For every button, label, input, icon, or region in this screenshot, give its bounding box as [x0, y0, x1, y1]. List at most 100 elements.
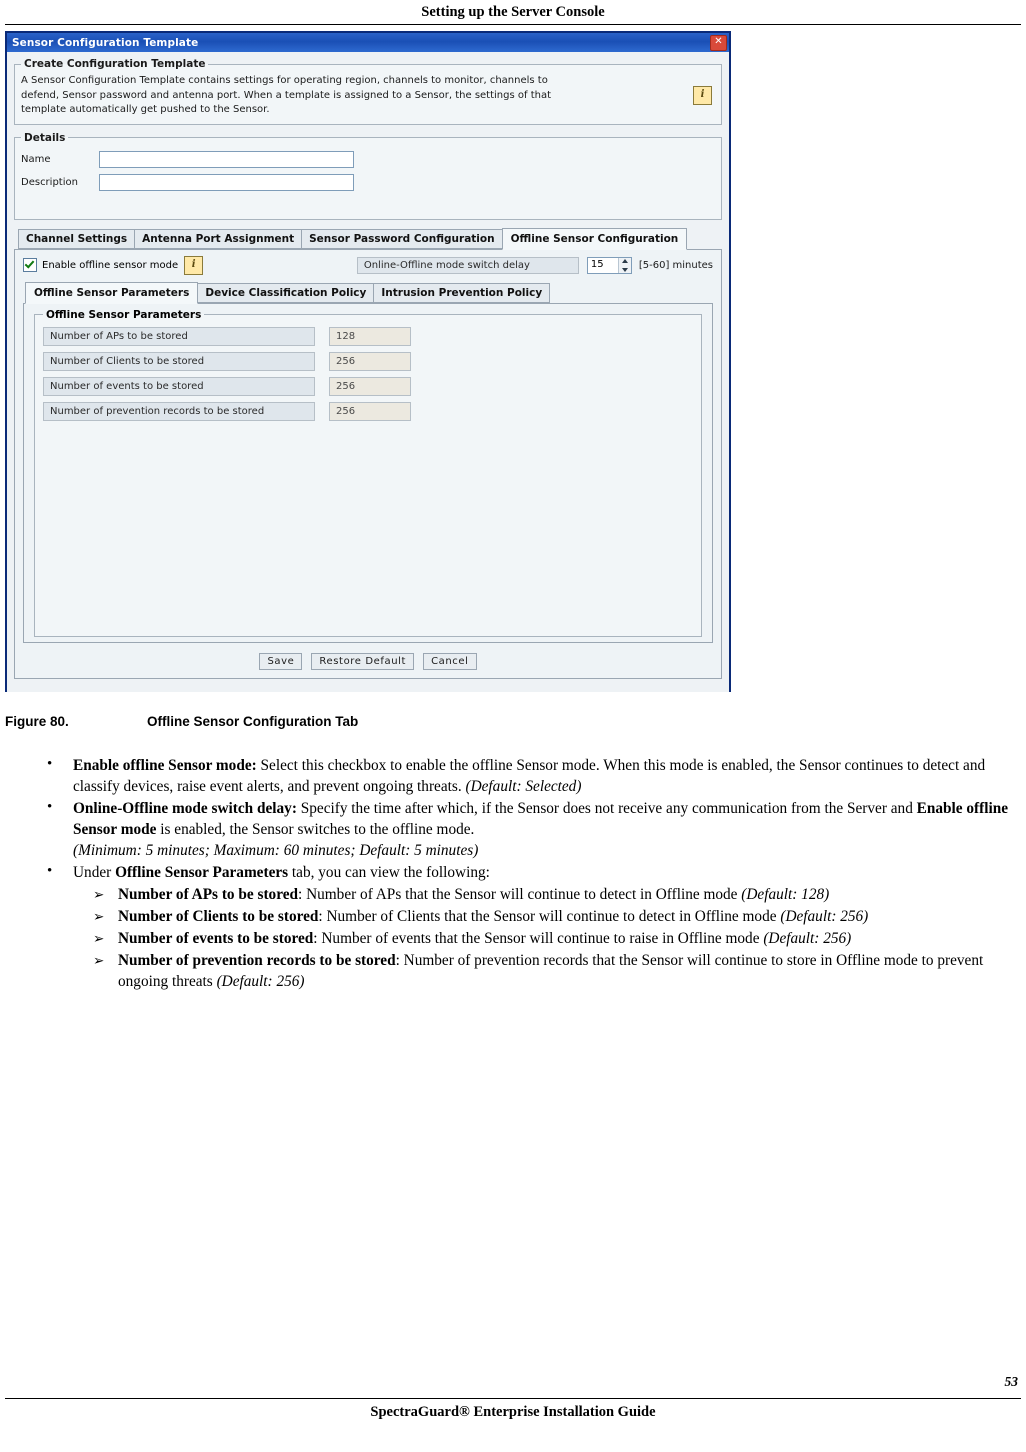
close-icon[interactable]: ✕	[710, 34, 727, 51]
enable-offline-row: Enable offline sensor mode i Online-Offl…	[23, 255, 713, 275]
bullet-glyph: •	[47, 799, 53, 815]
enable-offline-sensor-mode-checkbox[interactable]	[23, 258, 37, 272]
offline-sensor-configuration-panel: Enable offline sensor mode i Online-Offl…	[14, 248, 722, 679]
details-group: Details Name Description	[14, 131, 722, 220]
chevron-up-icon[interactable]	[621, 258, 628, 263]
param-row-prevention-records: Number of prevention records to be store…	[43, 401, 693, 421]
inner-tab-bar: Offline Sensor Parameters Device Classif…	[25, 281, 713, 304]
dialog-button-row: Save Restore Default Cancel	[23, 652, 713, 670]
param-label-clients: Number of Clients to be stored	[43, 351, 315, 371]
sub-term-prevention-records: Number of prevention records to be store…	[118, 952, 396, 969]
under-prefix: Under	[73, 864, 116, 881]
sub-item-aps: ➢ Number of APs to be stored: Number of …	[73, 884, 1021, 905]
arrow-bullet-icon: ➢	[93, 931, 105, 946]
description-label: Description	[21, 176, 78, 188]
sub-term-clients: Number of Clients to be stored	[118, 908, 319, 925]
bullet-glyph: •	[47, 756, 53, 772]
sensor-configuration-template-dialog: Sensor Configuration Template ✕ Create C…	[5, 31, 731, 692]
save-button[interactable]: Save	[259, 652, 303, 670]
details-group-legend: Details	[24, 131, 66, 144]
arrow-bullet-icon: ➢	[93, 909, 105, 924]
text-switch-delay: Specify the time after which, if the Sen…	[296, 800, 917, 817]
dialog-body: Create Configuration Template A Sensor C…	[7, 52, 729, 692]
page-number: 53	[1004, 1374, 1019, 1389]
tab-sensor-password-configuration[interactable]: Sensor Password Configuration	[301, 228, 503, 249]
online-offline-delay-label: Online-Offline mode switch delay	[356, 256, 579, 274]
sub-default-aps: (Default: 128)	[741, 886, 830, 903]
offline-info-icon[interactable]: i	[184, 255, 204, 275]
description-input[interactable]	[99, 173, 354, 191]
tab-device-classification-policy[interactable]: Device Classification Policy	[197, 282, 375, 303]
text-switch-delay-2: is enabled, the Sensor switches to the o…	[156, 821, 475, 838]
figure-title: Offline Sensor Configuration Tab	[147, 714, 359, 729]
tab-intrusion-prevention-policy[interactable]: Intrusion Prevention Policy	[373, 282, 551, 303]
sub-bullet-list: ➢ Number of APs to be stored: Number of …	[73, 884, 1021, 992]
tab-offline-sensor-parameters[interactable]: Offline Sensor Parameters	[25, 281, 199, 304]
list-item-under-parameters: • Under Offline Sensor Parameters tab, y…	[5, 862, 1021, 992]
param-value-events: 256	[329, 376, 411, 396]
sub-item-clients: ➢ Number of Clients to be stored: Number…	[73, 906, 1021, 927]
description-row: Description	[21, 173, 715, 191]
term-switch-delay: Online-Offline mode switch delay:	[73, 800, 297, 817]
online-offline-delay-stepper[interactable]: 15	[586, 256, 632, 274]
create-configuration-template-group: Create Configuration Template A Sensor C…	[14, 58, 722, 125]
param-value-clients: 256	[329, 351, 411, 371]
default-note-enable-offline: (Default: Selected)	[465, 778, 582, 795]
param-value-prevention-records: 256	[329, 401, 411, 421]
footer-divider	[5, 1398, 1021, 1399]
name-row: Name	[21, 150, 715, 168]
term-enable-offline: Enable offline Sensor mode:	[73, 757, 257, 774]
dialog-title: Sensor Configuration Template	[12, 36, 199, 49]
param-row-clients: Number of Clients to be stored 256	[43, 351, 693, 371]
under-suffix: tab, you can view the following:	[288, 864, 490, 881]
param-label-prevention-records: Number of prevention records to be store…	[43, 401, 315, 421]
sub-default-prevention-records: (Default: 256)	[216, 973, 305, 990]
name-label: Name	[21, 153, 51, 165]
offline-sensor-parameters-panel: Offline Sensor Parameters Number of APs …	[23, 302, 713, 643]
cancel-button[interactable]: Cancel	[423, 652, 477, 670]
restore-default-button[interactable]: Restore Default	[311, 652, 415, 670]
offline-sensor-parameters-legend: Offline Sensor Parameters	[46, 308, 202, 321]
sub-default-clients: (Default: 256)	[780, 908, 869, 925]
main-tab-bar: Channel Settings Antenna Port Assignment…	[18, 227, 722, 250]
arrow-bullet-icon: ➢	[93, 887, 105, 902]
sub-text-events: : Number of events that the Sensor will …	[313, 930, 764, 947]
param-label-aps: Number of APs to be stored	[43, 326, 315, 346]
tab-antenna-port-assignment[interactable]: Antenna Port Assignment	[134, 228, 303, 249]
offline-sensor-parameters-group: Offline Sensor Parameters Number of APs …	[34, 308, 702, 637]
enable-offline-sensor-mode-label: Enable offline sensor mode	[42, 259, 179, 271]
figure-caption: Figure 80. Offline Sensor Configuration T…	[5, 714, 358, 729]
bullet-glyph: •	[47, 863, 53, 879]
param-label-events: Number of events to be stored	[43, 376, 315, 396]
header-divider	[5, 24, 1021, 25]
info-icon[interactable]: i	[693, 86, 712, 105]
param-row-events: Number of events to be stored 256	[43, 376, 693, 396]
online-offline-delay-value[interactable]: 15	[588, 258, 618, 273]
sub-text-clients: : Number of Clients that the Sensor will…	[318, 908, 781, 925]
chevron-down-icon[interactable]	[621, 267, 628, 272]
sub-default-events: (Default: 256)	[763, 930, 852, 947]
list-item-switch-delay: • Online-Offline mode switch delay: Spec…	[5, 798, 1021, 861]
sub-text-aps: : Number of APs that the Sensor will con…	[298, 886, 742, 903]
under-term: Offline Sensor Parameters	[115, 864, 289, 881]
tab-offline-sensor-configuration[interactable]: Offline Sensor Configuration	[501, 227, 688, 250]
list-item-enable-offline: • Enable offline Sensor mode: Select thi…	[5, 755, 1021, 797]
figure-number: Figure 80.	[5, 714, 69, 729]
param-value-aps: 128	[329, 326, 411, 346]
footer-title: SpectraGuard® Enterprise Installation Gu…	[370, 1404, 656, 1420]
sub-item-prevention-records: ➢ Number of prevention records to be sto…	[73, 950, 1021, 992]
tab-channel-settings[interactable]: Channel Settings	[18, 228, 136, 249]
delay-range-note: [5-60] minutes	[638, 259, 713, 271]
sub-term-aps: Number of APs to be stored	[118, 886, 299, 903]
body-copy: • Enable offline Sensor mode: Select thi…	[5, 755, 1021, 993]
sub-item-events: ➢ Number of events to be stored: Number …	[73, 928, 1021, 949]
bullet-list: • Enable offline Sensor mode: Select thi…	[5, 755, 1021, 992]
create-group-description: A Sensor Configuration Template contains…	[21, 75, 552, 115]
create-group-legend: Create Configuration Template	[24, 58, 206, 70]
stepper-arrows[interactable]	[617, 257, 631, 273]
arrow-bullet-icon: ➢	[93, 953, 105, 968]
name-input[interactable]	[99, 150, 354, 168]
sub-term-events: Number of events to be stored	[118, 930, 314, 947]
dialog-titlebar: Sensor Configuration Template ✕	[7, 33, 729, 52]
param-row-aps: Number of APs to be stored 128	[43, 326, 693, 346]
